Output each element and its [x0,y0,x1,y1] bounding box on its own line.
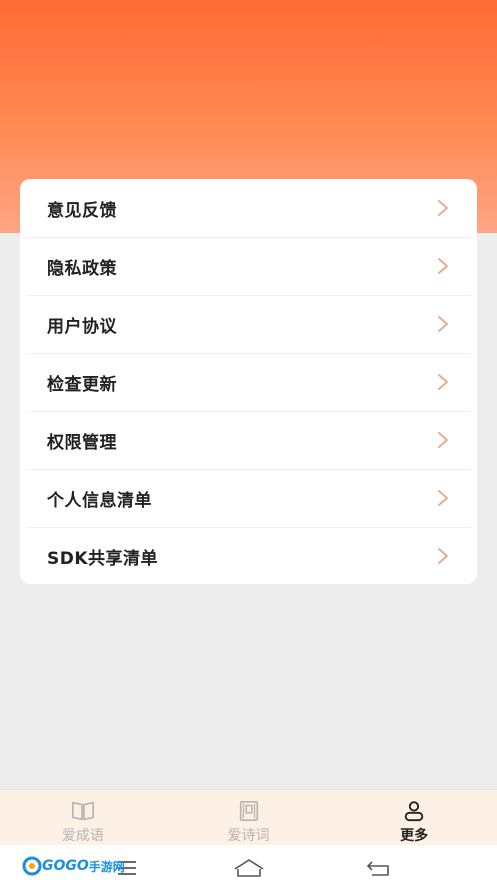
menu-item-label: 个人信息清单 [47,490,152,511]
watermark-brand-cn: 手游网 [88,859,125,874]
menu-item-label: SDK共享清单 [47,548,159,569]
chevron-right-icon [438,316,448,332]
scroll-icon [239,800,258,822]
settings-menu-card: 意见反馈 隐私政策 用户协议 检查更新 权限管理 个人信息清单 SDK共享清单 [20,179,477,584]
menu-item-label: 权限管理 [47,432,117,453]
menu-item-label: 用户协议 [47,316,117,337]
watermark-logo: GOGO 手游网 [22,856,125,876]
chevron-right-icon [438,490,448,506]
tab-label: 爱成语 [61,828,104,844]
menu-item-permission-management[interactable]: 权限管理 [20,411,477,469]
chevron-right-icon [438,258,448,274]
gogo-logo-icon [22,856,42,876]
menu-item-check-update[interactable]: 检查更新 [20,353,477,411]
menu-item-feedback[interactable]: 意见反馈 [20,179,477,237]
chevron-right-icon [438,374,448,390]
home-icon[interactable] [232,857,266,879]
watermark-brand: GOGO [42,858,89,874]
chevron-right-icon [438,432,448,448]
menu-item-label: 检查更新 [47,374,117,395]
tab-label: 爱诗词 [227,828,270,844]
back-icon[interactable] [366,859,392,877]
chevron-right-icon [438,548,448,564]
menu-item-sdk-sharing-list[interactable]: SDK共享清单 [20,527,477,584]
chevron-right-icon [438,200,448,216]
menu-item-privacy-policy[interactable]: 隐私政策 [20,237,477,295]
book-icon [71,801,94,821]
menu-item-label: 意见反馈 [47,200,117,221]
tab-more[interactable]: 更多 [331,790,497,845]
user-icon [404,801,424,822]
menu-item-user-agreement[interactable]: 用户协议 [20,295,477,353]
bottom-tab-bar: 爱成语 爱诗词 更多 [0,789,497,845]
menu-item-label: 隐私政策 [47,258,117,279]
tab-idioms[interactable]: 爱成语 [0,790,166,845]
menu-item-personal-info-list[interactable]: 个人信息清单 [20,469,477,527]
tab-poems[interactable]: 爱诗词 [166,790,332,845]
tab-label: 更多 [400,828,429,844]
